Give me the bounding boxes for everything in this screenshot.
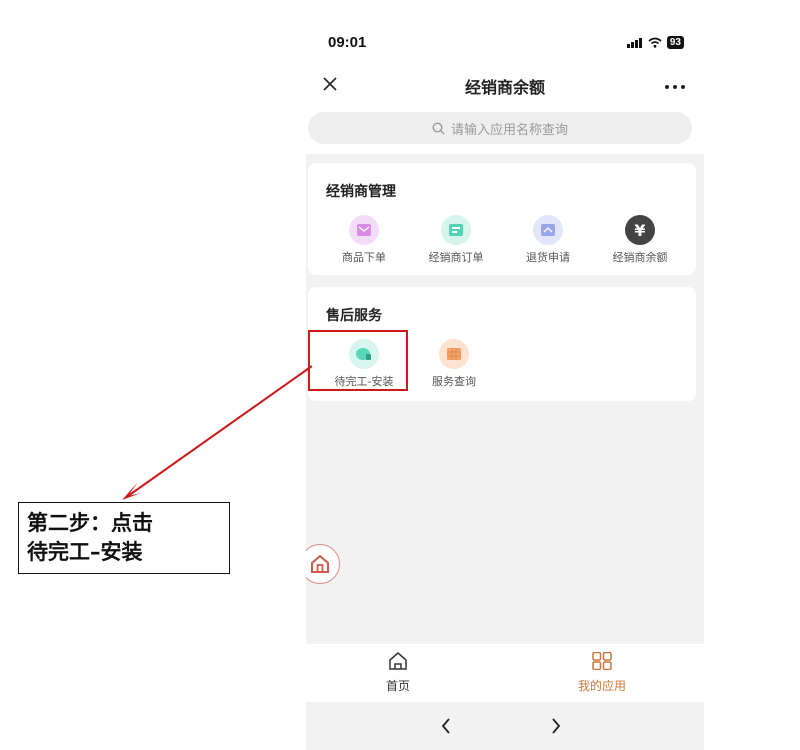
app-order-goods[interactable]: 商品下单 (316, 215, 412, 265)
section-title: 售后服务 (326, 308, 382, 324)
tab-bar: 首页 我的应用 (306, 644, 704, 702)
service-query-icon (439, 339, 469, 369)
chevron-left-icon (441, 718, 450, 734)
wifi-icon (648, 37, 662, 48)
search-icon (432, 121, 445, 134)
app-label: 经销商订单 (428, 251, 484, 264)
battery-indicator: 93 (666, 36, 684, 49)
home-icon (311, 555, 329, 573)
status-icons: 93 (626, 36, 684, 49)
app-label: 商品下单 (342, 251, 386, 264)
status-time: 09:01 (328, 34, 367, 51)
nav-bar: 经销商余额 (306, 64, 704, 108)
app-label: 退货申请 (526, 251, 570, 264)
tab-my-apps[interactable]: 我的应用 (542, 651, 662, 694)
section-dealer-management: 经销商管理 商品下单 经销商订单 退货申请 ¥ 经销商余额 (308, 163, 696, 275)
floating-home-button[interactable] (306, 544, 340, 584)
forward-button[interactable] (544, 714, 568, 738)
annotation-line-2: 待完工–安装 (27, 540, 143, 564)
tab-home-label: 首页 (385, 679, 410, 693)
section-title: 经销商管理 (326, 184, 396, 200)
annotation-line-1: 第二步：点击 (27, 511, 153, 535)
return-request-icon (533, 215, 563, 245)
phone-screen: 09:01 93 经销商余额 请输入应用名称查询 经销商管理 商品下单 经销商订… (306, 0, 704, 750)
search-placeholder: 请输入应用名称查询 (450, 122, 568, 138)
app-service-query[interactable]: 服务查询 (406, 339, 502, 389)
highlight-box (308, 330, 408, 391)
tab-my-apps-label: 我的应用 (577, 679, 626, 693)
app-return-request[interactable]: 退货申请 (500, 215, 596, 265)
dealer-order-icon (441, 215, 471, 245)
status-bar: 09:01 93 (306, 0, 704, 64)
tab-home[interactable]: 首页 (338, 652, 458, 694)
signal-icon (626, 38, 642, 48)
browser-nav-bar (306, 702, 704, 750)
order-icon (349, 215, 379, 245)
app-label: 经销商余额 (612, 251, 668, 264)
yen-icon: ¥ (625, 215, 655, 245)
app-label: 服务查询 (432, 375, 476, 388)
app-dealer-orders[interactable]: 经销商订单 (408, 215, 504, 265)
home-icon (389, 652, 407, 670)
annotation-callout: 第二步：点击 待完工–安装 (18, 502, 230, 574)
more-icon (665, 85, 685, 89)
app-dealer-balance[interactable]: ¥ 经销商余额 (592, 215, 688, 265)
back-button[interactable] (434, 714, 458, 738)
grid-icon (592, 651, 612, 671)
chevron-right-icon (552, 718, 561, 734)
search-area: 请输入应用名称查询 (306, 108, 704, 154)
search-input[interactable]: 请输入应用名称查询 (308, 112, 692, 144)
page-title: 经销商余额 (464, 78, 545, 97)
more-button[interactable] (664, 74, 686, 95)
